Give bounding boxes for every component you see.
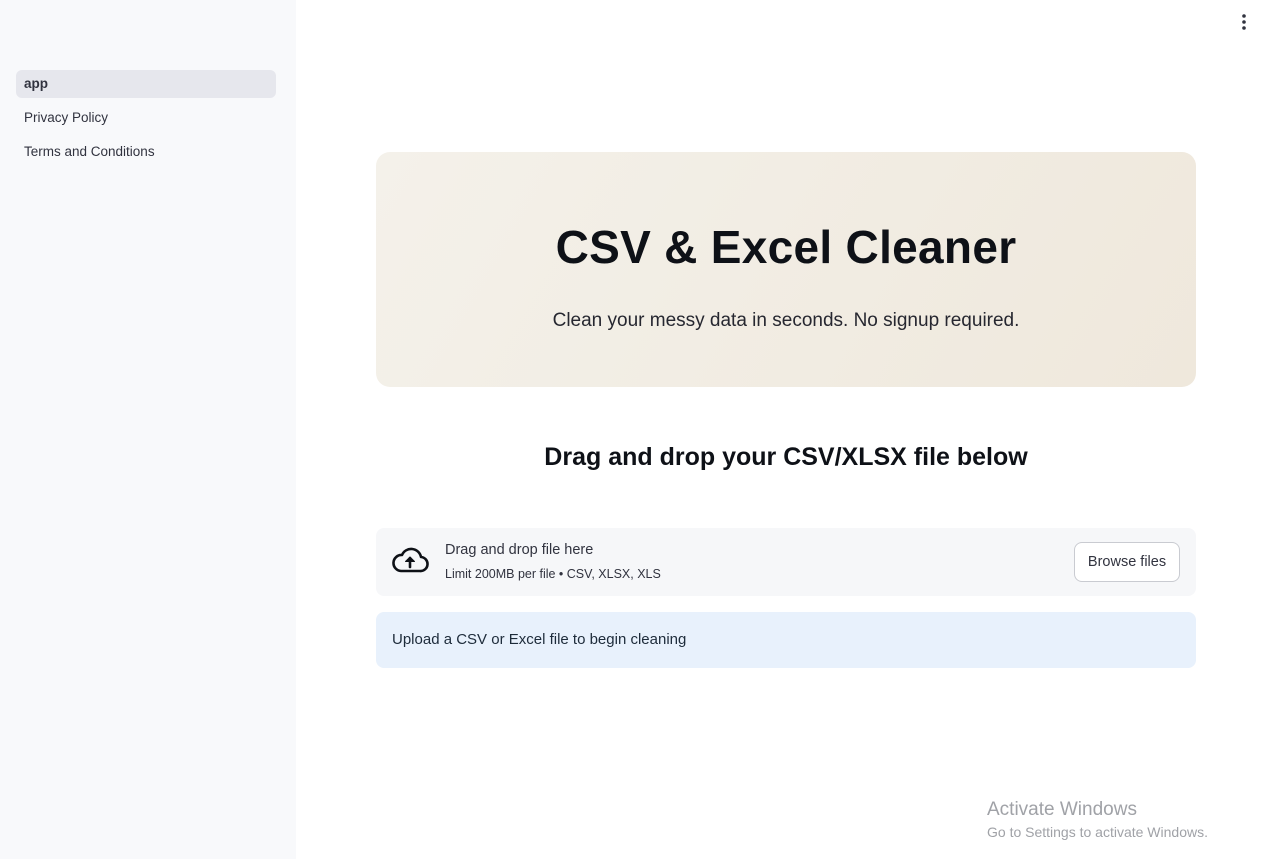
windows-activation-watermark: Activate Windows Go to Settings to activ… [987,799,1208,840]
main-menu-button[interactable] [1232,10,1256,34]
dropzone-limit-text: Limit 200MB per file • CSV, XLSX, XLS [445,567,661,581]
watermark-subtitle: Go to Settings to activate Windows. [987,824,1208,840]
browse-files-button[interactable]: Browse files [1074,542,1180,582]
sidebar-item-terms-and-conditions[interactable]: Terms and Conditions [16,138,276,166]
sidebar-item-privacy-policy[interactable]: Privacy Policy [16,104,276,132]
sidebar-item-app[interactable]: app [16,70,276,98]
app-window: app Privacy Policy Terms and Conditions … [0,0,1276,859]
dropzone-instruction: Drag and drop file here [445,542,594,558]
file-uploader-dropzone[interactable]: Drag and drop file here Limit 200MB per … [376,528,1196,596]
sidebar-nav: app Privacy Policy Terms and Conditions [16,70,276,172]
watermark-title: Activate Windows [987,799,1137,820]
upload-section-title: Drag and drop your CSV/XLSX file below [544,443,1028,471]
page-subtitle: Clean your messy data in seconds. No sig… [552,310,1020,331]
page-title: CSV & Excel Cleaner [555,221,1017,273]
info-alert: Upload a CSV or Excel file to begin clea… [376,612,1196,668]
vertical-ellipsis-icon [1242,14,1246,30]
sidebar: app Privacy Policy Terms and Conditions [0,0,296,859]
cloud-upload-icon [392,547,429,573]
hero-banner: CSV & Excel Cleaner Clean your messy dat… [376,152,1196,387]
